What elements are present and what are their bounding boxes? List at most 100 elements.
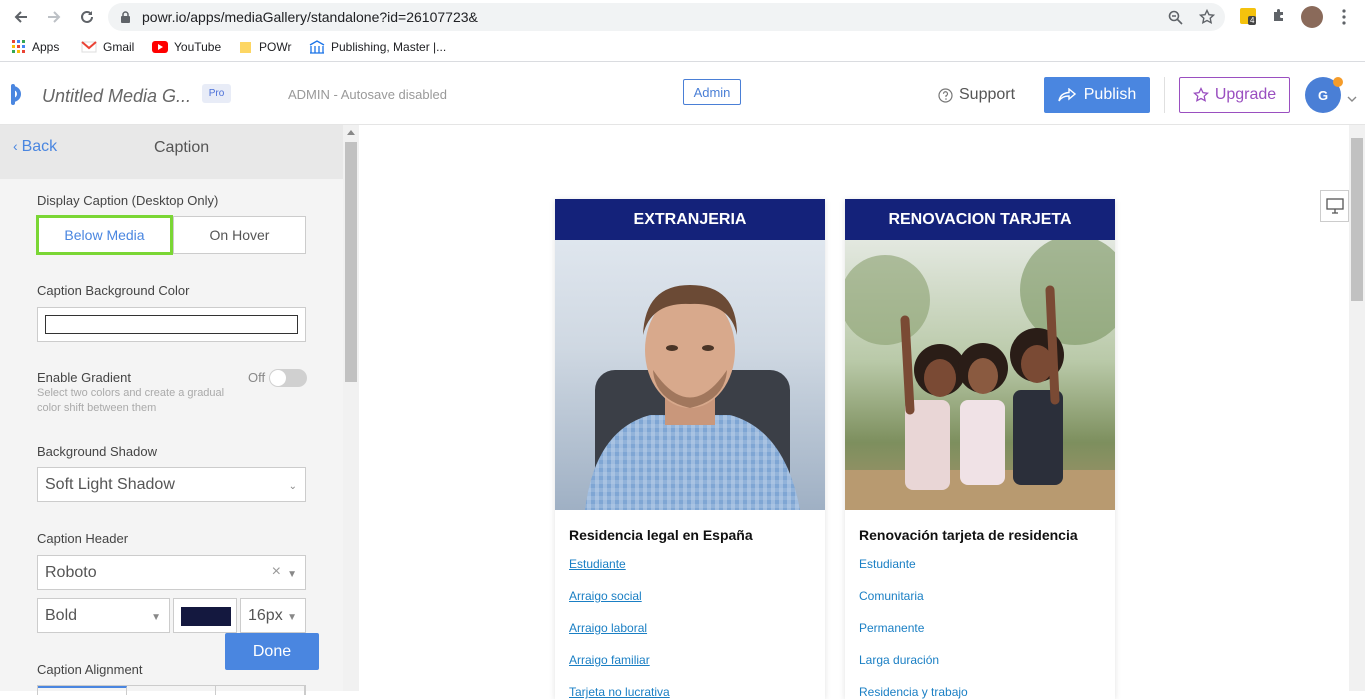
- gmail-icon: [81, 41, 97, 53]
- toggle-knob: [270, 370, 286, 386]
- forward-arrow-icon[interactable]: [42, 5, 66, 29]
- upgrade-button[interactable]: Upgrade: [1179, 77, 1290, 113]
- card-link[interactable]: Arraigo social: [569, 589, 642, 603]
- bookmark-youtube[interactable]: YouTube: [152, 40, 221, 54]
- apps-grid-icon: [12, 40, 25, 53]
- preview-scrollbar[interactable]: [1349, 125, 1365, 691]
- lock-icon: [121, 11, 130, 23]
- weight-select[interactable]: Bold ▼: [37, 598, 170, 633]
- gradient-toggle[interactable]: [269, 369, 307, 387]
- card-link[interactable]: Comunitaria: [859, 589, 924, 603]
- publish-label: Publish: [1083, 86, 1137, 103]
- alignment-toggle: [37, 685, 306, 695]
- gallery-card[interactable]: RENOVACION TARJETA Renovación tarjeta de…: [845, 199, 1115, 699]
- bookmark-publishing[interactable]: Publishing, Master |...: [309, 40, 446, 54]
- card-link[interactable]: Permanente: [859, 621, 924, 635]
- size-select[interactable]: 16px ▼: [240, 598, 306, 633]
- zoom-icon[interactable]: [1168, 10, 1183, 25]
- done-button[interactable]: Done: [225, 633, 319, 670]
- alignment-label: Caption Alignment: [37, 662, 143, 677]
- card-link[interactable]: Larga duración: [859, 653, 939, 667]
- card-image: [845, 240, 1115, 510]
- scroll-up-arrow-icon[interactable]: [347, 130, 355, 135]
- url-text: powr.io/apps/mediaGallery/standalone?id=…: [142, 9, 478, 25]
- header-color-picker[interactable]: [173, 598, 237, 633]
- bookmark-label: YouTube: [174, 40, 222, 54]
- size-value: 16px: [248, 606, 283, 624]
- building-icon: [309, 40, 325, 54]
- color-swatch: [181, 607, 231, 626]
- gallery-preview: EXTRANJERIA Residencia legal en España E…: [359, 125, 1349, 699]
- display-caption-toggle: Below Media On Hover: [36, 215, 306, 255]
- below-media-option[interactable]: Below Media: [36, 215, 173, 255]
- gallery-card[interactable]: EXTRANJERIA Residencia legal en España E…: [555, 199, 825, 699]
- bookmark-apps[interactable]: Apps: [12, 40, 59, 54]
- puzzle-icon[interactable]: [1271, 8, 1287, 29]
- admin-button[interactable]: Admin: [683, 79, 741, 105]
- chevron-down-icon: ⌄: [288, 481, 297, 492]
- card-link[interactable]: Estudiante: [859, 557, 916, 571]
- caret-down-icon: ▼: [287, 569, 297, 580]
- card-header: RENOVACION TARJETA: [845, 199, 1115, 240]
- gradient-label: Enable Gradient: [37, 370, 131, 385]
- shadow-label: Background Shadow: [37, 444, 157, 459]
- gradient-state: Off: [248, 370, 266, 385]
- bookmark-label: Gmail: [103, 40, 135, 54]
- card-link[interactable]: Arraigo familiar: [569, 653, 650, 667]
- on-hover-option[interactable]: On Hover: [173, 217, 305, 253]
- font-select[interactable]: Roboto × ▼: [37, 555, 306, 590]
- reload-icon[interactable]: [75, 5, 99, 29]
- youtube-icon: [152, 41, 168, 53]
- app-header: Untitled Media G... Pro ADMIN - Autosave…: [0, 67, 1365, 125]
- bookmark-gmail[interactable]: Gmail: [81, 40, 134, 54]
- sidebar-header: ‹ Back Caption: [0, 125, 343, 179]
- font-value: Roboto: [45, 563, 97, 581]
- sidebar-title: Caption: [154, 139, 210, 156]
- chevron-down-icon[interactable]: [1347, 90, 1357, 108]
- card-link[interactable]: Tarjeta no lucrativa: [569, 685, 670, 699]
- upgrade-label: Upgrade: [1214, 86, 1277, 103]
- scrollbar-thumb[interactable]: [1351, 138, 1363, 301]
- color-swatch: [45, 315, 298, 334]
- bookmark-powr[interactable]: POWr: [239, 40, 291, 54]
- card-link[interactable]: Arraigo laboral: [569, 621, 647, 635]
- chevron-left-icon: ‹: [13, 138, 22, 154]
- address-bar[interactable]: powr.io/apps/mediaGallery/standalone?id=…: [108, 3, 1225, 31]
- support-link[interactable]: Support: [938, 86, 1015, 104]
- share-arrow-icon: [1058, 88, 1076, 102]
- clear-icon[interactable]: ×: [272, 563, 281, 581]
- back-arrow-icon[interactable]: [9, 5, 33, 29]
- desktop-preview-icon[interactable]: [1320, 190, 1349, 222]
- card-header: EXTRANJERIA: [555, 199, 825, 240]
- extension-icon[interactable]: 4: [1240, 8, 1257, 25]
- caret-down-icon: ▼: [287, 612, 297, 623]
- scrollbar-thumb[interactable]: [345, 142, 357, 382]
- profile-avatar[interactable]: [1301, 6, 1323, 28]
- card-link[interactable]: Residencia y trabajo: [859, 685, 968, 699]
- shadow-select[interactable]: Soft Light Shadow ⌄: [37, 467, 306, 502]
- star-icon: [1192, 87, 1209, 102]
- extension-badge: 4: [1248, 16, 1257, 25]
- back-label: Back: [21, 138, 58, 155]
- powr-logo-icon[interactable]: [10, 84, 28, 111]
- notification-dot: [1333, 77, 1343, 87]
- display-caption-label: Display Caption (Desktop Only): [37, 193, 219, 208]
- bookmarks-bar: Apps Gmail YouTube POWr Publishing, Mast…: [0, 34, 1365, 62]
- sidebar-scrollbar[interactable]: [343, 125, 359, 691]
- browser-toolbar: powr.io/apps/mediaGallery/standalone?id=…: [0, 0, 1365, 34]
- portrait-man-image: [585, 285, 800, 510]
- card-link[interactable]: Estudiante: [569, 557, 626, 571]
- bg-color-picker[interactable]: [37, 307, 306, 342]
- back-button[interactable]: ‹ Back: [13, 138, 57, 156]
- app-title[interactable]: Untitled Media G...: [42, 86, 191, 107]
- header-divider: [1164, 77, 1165, 113]
- kebab-menu-icon[interactable]: [1340, 8, 1348, 26]
- bookmark-label: POWr: [259, 40, 292, 54]
- publish-button[interactable]: Publish: [1044, 77, 1150, 113]
- bg-color-label: Caption Background Color: [37, 283, 190, 298]
- bookmark-star-icon[interactable]: [1199, 9, 1215, 25]
- card-image: [555, 240, 825, 510]
- folder-icon: [240, 42, 251, 53]
- weight-value: Bold: [45, 606, 78, 624]
- bookmark-label: Publishing, Master |...: [331, 40, 447, 54]
